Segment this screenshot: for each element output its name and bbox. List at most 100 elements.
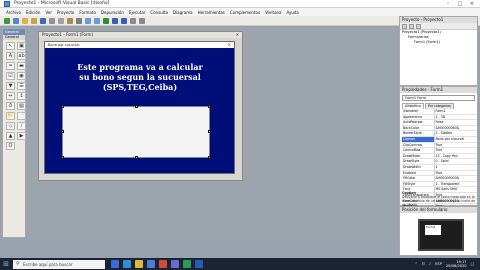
shape-tool-icon[interactable]: ◇	[6, 122, 15, 130]
run-icon[interactable]	[103, 17, 109, 24]
menu-consulta[interactable]: Consulta	[150, 10, 168, 15]
menu-diagrama[interactable]: Diagrama	[173, 10, 193, 15]
edge-icon[interactable]	[123, 260, 131, 268]
combobox-tool-icon[interactable]: ▼	[6, 82, 15, 90]
taskbar-apps	[111, 260, 203, 268]
dirlist-tool-icon[interactable]: 📁	[6, 112, 15, 120]
designer-title: Proyecto1 - Form1 (Form)	[42, 32, 94, 37]
task-view-icon[interactable]	[111, 260, 119, 268]
label-tool-icon[interactable]: A	[6, 52, 15, 60]
resize-handle-r[interactable]	[208, 130, 211, 133]
commandbutton-tool-icon[interactable]: ▬	[17, 62, 26, 70]
resize-handle-t[interactable]	[135, 105, 138, 108]
menu-archivo[interactable]: Archivo	[6, 10, 21, 15]
pointer-tool-icon[interactable]: ↖	[6, 42, 15, 50]
resize-handle-tr[interactable]	[208, 105, 211, 108]
object-selector[interactable]: Form1 Form	[402, 95, 475, 101]
monitor-preview: Form1	[418, 219, 464, 251]
tree-item-form1[interactable]: Form1 (Form1)	[400, 40, 477, 45]
chrome-icon[interactable]	[159, 260, 167, 268]
pause-icon[interactable]	[112, 17, 118, 24]
frame-tool-icon[interactable]: ═	[6, 62, 15, 70]
open-icon[interactable]	[31, 17, 37, 24]
menu-editor-icon[interactable]	[22, 17, 28, 24]
vscroll-tool-icon[interactable]: ↕	[17, 92, 26, 100]
data-tool-icon[interactable]: ▶	[17, 132, 26, 140]
timer-tool-icon[interactable]: ⏱	[6, 102, 15, 110]
form1-window[interactable]: Bono por sucursal × Este programa va a c…	[44, 41, 235, 174]
stop-icon[interactable]	[121, 17, 127, 24]
listbox-tool-icon[interactable]: ☰	[17, 82, 26, 90]
optionbutton-tool-icon[interactable]: ◉	[17, 72, 26, 80]
menu-ventana[interactable]: Ventana	[265, 10, 281, 15]
add-project-icon[interactable]	[4, 17, 10, 24]
property-description: Caption Devuelve o establece el texto mo…	[402, 191, 476, 207]
resize-handle-tl[interactable]	[61, 105, 64, 108]
cut-icon[interactable]	[49, 17, 55, 24]
view-object-icon[interactable]	[409, 24, 414, 29]
project-explorer: Proyecto - Proyecto1 Proyecto1 (Proyecto…	[399, 16, 478, 86]
find-icon[interactable]	[76, 17, 82, 24]
windows-start-icon[interactable]: ⊞	[0, 258, 12, 270]
properties-icon[interactable]	[139, 17, 145, 24]
tray-chevron-icon[interactable]: ⌃	[415, 262, 418, 266]
image-tool-icon[interactable]: ▲	[6, 132, 15, 140]
project-explorer-icon[interactable]	[130, 17, 136, 24]
resize-handle-l[interactable]	[61, 130, 64, 133]
volume-icon[interactable]: ♪	[429, 262, 431, 266]
language-indicator[interactable]: ESP	[435, 262, 442, 266]
form1-position-preview[interactable]: Form1	[424, 224, 442, 236]
ole-tool-icon[interactable]: O	[6, 142, 15, 150]
clock[interactable]: 14:17 29/06/2020	[446, 260, 467, 269]
view-code-icon[interactable]	[402, 24, 407, 29]
minimize-icon[interactable]: –	[442, 0, 454, 8]
menu-depuracion[interactable]: Depuración	[101, 10, 124, 15]
textbox-tool-icon[interactable]: ab	[17, 52, 26, 60]
toolbox: General General ↖ ▣ A ab ═ ▬ ☑ ◉ ▼ ☰ ↔ ↕…	[2, 28, 26, 238]
vb6-taskbar-icon[interactable]	[171, 260, 179, 268]
menu-formato[interactable]: Formato	[79, 10, 96, 15]
maximize-icon[interactable]: □	[454, 0, 466, 8]
hscroll-tool-icon[interactable]: ↔	[6, 92, 15, 100]
word-icon[interactable]	[195, 260, 203, 268]
file-explorer-icon[interactable]	[135, 260, 143, 268]
redo-icon[interactable]	[94, 17, 100, 24]
taskbar-search-box[interactable]: ⚲ Escribe aquí para buscar	[13, 259, 105, 269]
excel-icon[interactable]	[183, 260, 191, 268]
form1-title: Bono por sucursal	[48, 43, 80, 47]
resize-handle-br[interactable]	[208, 156, 211, 159]
close-icon[interactable]: ×	[466, 0, 478, 8]
window-title: Proyecto1 - Microsoft Visual Basic [dise…	[14, 1, 110, 6]
menu-herramientas[interactable]: Herramientas	[198, 10, 225, 15]
form1-label[interactable]: Este programa va a calcular su bono segu…	[55, 62, 225, 92]
undo-icon[interactable]	[85, 17, 91, 24]
selected-textbox-control[interactable]	[61, 105, 211, 159]
menu-ejecutar[interactable]: Ejecutar	[129, 10, 146, 15]
filelist-tool-icon[interactable]: 📄	[17, 112, 26, 120]
menu-proyecto[interactable]: Proyecto	[57, 10, 74, 15]
toggle-folders-icon[interactable]	[416, 24, 421, 29]
menu-edicion[interactable]: Edición	[26, 10, 40, 15]
app-titlebar: Proyecto1 - Microsoft Visual Basic [dise…	[0, 0, 480, 8]
copy-icon[interactable]	[58, 17, 64, 24]
add-form-icon[interactable]	[13, 17, 19, 24]
menu-ver[interactable]: Ver	[45, 10, 52, 15]
resize-handle-b[interactable]	[135, 156, 138, 159]
window-controls: – □ ×	[442, 0, 478, 8]
notifications-icon[interactable]: □	[471, 262, 474, 266]
designer-close-icon[interactable]: ×	[236, 32, 239, 38]
resize-handle-bl[interactable]	[61, 156, 64, 159]
checkbox-tool-icon[interactable]: ☑	[6, 72, 15, 80]
menu-complementos[interactable]: Complementos	[230, 10, 260, 15]
label-line-2: su bono segun la sucuersal	[79, 72, 201, 82]
clock-date: 29/06/2020	[445, 264, 467, 268]
store-icon[interactable]	[147, 260, 155, 268]
paste-icon[interactable]	[67, 17, 73, 24]
form1-client-area[interactable]: Este programa va a calcular su bono segu…	[45, 48, 234, 173]
line-tool-icon[interactable]: ∕	[17, 122, 26, 130]
drivelist-tool-icon[interactable]: ▧	[17, 102, 26, 110]
picturebox-tool-icon[interactable]: ▣	[17, 42, 26, 50]
menu-ayuda[interactable]: Ayuda	[287, 10, 299, 15]
network-icon[interactable]: ☷	[422, 262, 425, 266]
save-icon[interactable]	[40, 17, 46, 24]
